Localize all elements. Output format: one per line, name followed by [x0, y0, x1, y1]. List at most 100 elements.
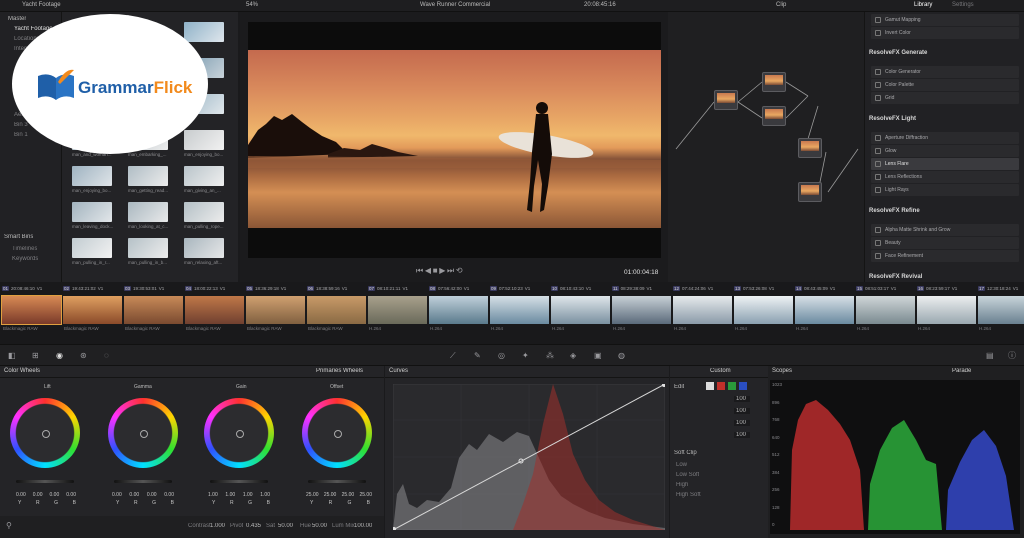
- bin-1[interactable]: Bin 1: [14, 132, 28, 138]
- red-toggle[interactable]: [717, 382, 725, 390]
- effect-beauty[interactable]: Beauty: [871, 237, 1019, 249]
- project-folder-label[interactable]: Yacht Footage: [22, 2, 61, 8]
- node-05[interactable]: [798, 182, 822, 202]
- clip-thumbnail[interactable]: [307, 296, 366, 324]
- hue-value[interactable]: 50.00: [312, 523, 327, 529]
- smart-bin-timelines[interactable]: Timelines: [12, 246, 37, 252]
- timeline-clip[interactable]: 14 08:43:45:09 V1 H.264: [795, 286, 855, 334]
- tab-library[interactable]: Library: [914, 2, 932, 8]
- timeline-clip[interactable]: 06 18:38:59:16 V1 Blackmagic RAW: [307, 286, 367, 334]
- effect-light-rays[interactable]: Light Rays: [871, 184, 1019, 196]
- custom-row-r[interactable]: 100: [734, 408, 750, 414]
- offset-master-slider[interactable]: [308, 480, 366, 483]
- timeline-clip[interactable]: 16 08:23:59:17 V1 H.264: [917, 286, 977, 334]
- timeline-clip[interactable]: 05 18:36:29:18 V1 Blackmagic RAW: [246, 286, 306, 334]
- picker-icon[interactable]: ⚲: [6, 522, 12, 530]
- timeline-clip[interactable]: 11 08:29:38:09 V1 H.264: [612, 286, 672, 334]
- lift-master-slider[interactable]: [16, 480, 74, 483]
- scopes-icon[interactable]: ▤: [986, 352, 994, 360]
- lift-values[interactable]: 0.00 0.00 0.00 0.00: [16, 492, 76, 498]
- color-match-icon[interactable]: ⊞: [32, 352, 39, 360]
- color-wheels-icon[interactable]: ◉: [56, 352, 63, 360]
- blue-toggle[interactable]: [739, 382, 747, 390]
- timeline-clip[interactable]: 04 18:00:22:13 V1 Blackmagic RAW: [185, 286, 245, 334]
- stop-icon[interactable]: ■: [433, 267, 438, 275]
- media-thumb[interactable]: [184, 238, 224, 258]
- timeline-clip[interactable]: 07 08:10:21:11 V1 H.264: [368, 286, 428, 334]
- timeline-clip[interactable]: 15 08:51:03:17 V1 H.264: [856, 286, 916, 334]
- soft-clip-high[interactable]: High: [676, 482, 688, 488]
- timeline-clip[interactable]: 12 07:44:24:06 V1 H.264: [673, 286, 733, 334]
- effect-face-refinement[interactable]: Face Refinement: [871, 250, 1019, 262]
- effect-glow[interactable]: Glow: [871, 145, 1019, 157]
- media-thumb[interactable]: [72, 202, 112, 222]
- clip-thumbnail[interactable]: [429, 296, 488, 324]
- curves-graph[interactable]: [393, 384, 665, 530]
- media-thumb[interactable]: [128, 202, 168, 222]
- gain-master-slider[interactable]: [210, 480, 268, 483]
- media-thumb[interactable]: [128, 166, 168, 186]
- lummix-value[interactable]: 100.00: [354, 523, 372, 529]
- timeline-clip[interactable]: 02 19:43:21:02 V1 Blackmagic RAW: [63, 286, 123, 334]
- effect-lens-reflections[interactable]: Lens Reflections: [871, 171, 1019, 183]
- 3d-icon[interactable]: ◍: [618, 352, 625, 360]
- sizing-icon[interactable]: ▣: [594, 352, 602, 360]
- smart-bin-keywords[interactable]: Keywords: [12, 256, 38, 262]
- wheels-mode-dropdown[interactable]: Primaries Wheels: [316, 368, 363, 374]
- clip-thumbnail[interactable]: [917, 296, 976, 324]
- timeline-clip[interactable]: 03 19:30:53:01 V1 Blackmagic RAW: [124, 286, 184, 334]
- master-bin[interactable]: Master: [8, 16, 26, 22]
- clip-thumbnail[interactable]: [490, 296, 549, 324]
- custom-row-g[interactable]: 100: [734, 420, 750, 426]
- effect-alpha-matte[interactable]: Alpha Matte Shrink and Grow: [871, 224, 1019, 236]
- custom-row-y[interactable]: 100: [734, 396, 750, 402]
- skip-back-icon[interactable]: ⏮: [416, 267, 423, 275]
- key-icon[interactable]: ◈: [570, 352, 576, 360]
- media-thumb[interactable]: [184, 22, 224, 42]
- clip-thumbnail[interactable]: [795, 296, 854, 324]
- node-01[interactable]: [714, 90, 738, 110]
- clip-thumbnail[interactable]: [673, 296, 732, 324]
- soft-clip-low[interactable]: Low: [676, 462, 687, 468]
- motion-effects-icon[interactable]: ◌: [104, 352, 109, 360]
- timeline-clip[interactable]: 17 12:30:18:24 V1 H.264: [978, 286, 1024, 334]
- pivot-value[interactable]: 0.435: [246, 523, 261, 529]
- soft-clip-low-soft[interactable]: Low Soft: [676, 472, 699, 478]
- sat-value[interactable]: 50.00: [278, 523, 293, 529]
- clip-thumbnail[interactable]: [612, 296, 671, 324]
- clip-thumbnail[interactable]: [124, 296, 183, 324]
- lift-wheel[interactable]: [10, 398, 80, 468]
- step-back-icon[interactable]: ◀: [425, 267, 431, 275]
- contrast-value[interactable]: 1.000: [210, 523, 225, 529]
- media-thumb[interactable]: [184, 166, 224, 186]
- video-frame[interactable]: [248, 22, 661, 258]
- tab-settings[interactable]: Settings: [952, 2, 974, 8]
- clip-thumbnail[interactable]: [551, 296, 610, 324]
- clip-thumbnail[interactable]: [1, 295, 62, 325]
- gamma-wheel[interactable]: [108, 398, 178, 468]
- loop-icon[interactable]: ⟲: [456, 267, 463, 275]
- node-03[interactable]: [762, 106, 786, 126]
- clip-mode-dropdown[interactable]: Clip: [776, 2, 786, 8]
- effect-gamut-mapping[interactable]: Gamut Mapping: [871, 14, 1019, 26]
- timeline-clip[interactable]: 10 08:10:43:10 V1 H.264: [551, 286, 611, 334]
- clip-thumbnail[interactable]: [734, 296, 793, 324]
- zoom-level[interactable]: 54%: [246, 2, 258, 8]
- clip-thumbnail[interactable]: [368, 296, 427, 324]
- effect-color-palette[interactable]: Color Palette: [871, 79, 1019, 91]
- clip-thumbnail[interactable]: [185, 296, 244, 324]
- node-04[interactable]: [798, 138, 822, 158]
- play-icon[interactable]: ▶: [439, 267, 445, 275]
- media-thumb[interactable]: [184, 202, 224, 222]
- qualifier-icon[interactable]: ✎: [474, 352, 481, 360]
- custom-row-b[interactable]: 100: [734, 432, 750, 438]
- node-02[interactable]: [762, 72, 786, 92]
- scope-display[interactable]: 1023 896 768 640 512 384 256 128 0: [770, 380, 1020, 534]
- effect-aperture-diffraction[interactable]: Aperture Diffraction: [871, 132, 1019, 144]
- skip-forward-icon[interactable]: ⏭: [447, 267, 454, 275]
- luma-toggle[interactable]: [706, 382, 714, 390]
- timeline-clip[interactable]: 01 20:08:46:10 V1 Blackmagic RAW: [1, 286, 62, 334]
- media-thumb[interactable]: [128, 238, 168, 258]
- window-icon[interactable]: ◎: [498, 352, 505, 360]
- curves-icon[interactable]: ⟋: [450, 352, 456, 360]
